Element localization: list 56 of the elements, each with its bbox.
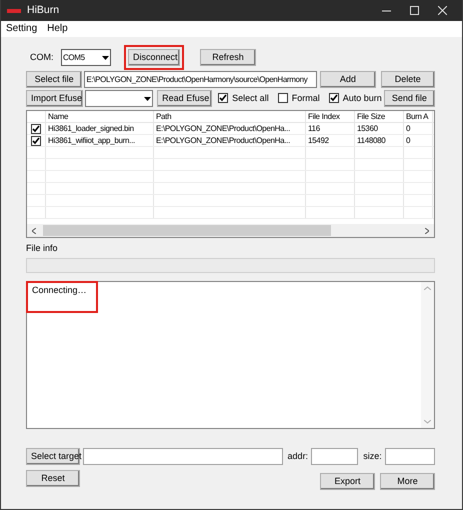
scroll-right-icon[interactable] xyxy=(425,228,429,234)
checkbox[interactable] xyxy=(31,136,41,146)
table-cell: E:\POLYGON_ZONE\Product\OpenHa... xyxy=(154,123,306,134)
size-field[interactable] xyxy=(384,448,435,465)
table-cell: 0 xyxy=(404,135,433,146)
more-button[interactable]: More xyxy=(380,473,435,490)
menu-item[interactable]: Setting xyxy=(6,23,38,35)
column-header[interactable]: Path xyxy=(154,111,306,122)
table-cell: 15360 xyxy=(355,123,404,134)
table-cell: 15492 xyxy=(306,135,355,146)
com-label: COM: xyxy=(30,52,54,63)
checkbox-label[interactable]: Auto burn xyxy=(342,93,382,104)
table-cell: Hi3861_wifiiot_app_burn... xyxy=(46,135,154,146)
add-button[interactable]: Add xyxy=(320,71,376,88)
scrollbar-thumb[interactable] xyxy=(43,225,331,236)
checkbox-label[interactable]: Formal xyxy=(292,93,320,104)
efuse-dropdown[interactable] xyxy=(85,90,154,107)
maximize-icon[interactable] xyxy=(410,6,418,15)
table-cell: E:\POLYGON_ZONE\Product\OpenHa... xyxy=(154,135,306,146)
dropdown-arrow-icon[interactable] xyxy=(144,96,152,100)
close-icon[interactable] xyxy=(438,6,446,15)
table-cell: 0 xyxy=(404,123,433,134)
import-efuse-button[interactable]: Import Efuse xyxy=(26,90,83,107)
checkbox[interactable] xyxy=(218,93,228,104)
checkbox-label[interactable]: Select all xyxy=(232,93,269,104)
checkbox[interactable] xyxy=(328,93,339,104)
dropdown-arrow-icon[interactable] xyxy=(102,56,109,60)
target-field[interactable] xyxy=(83,448,283,465)
file-path-field[interactable]: E:\POLYGON_ZONE\Product\OpenHarmony\source\OpenHarmony xyxy=(84,71,318,88)
table-cell: 116 xyxy=(306,123,355,134)
delete-button[interactable]: Delete xyxy=(380,71,435,88)
scroll-left-icon[interactable] xyxy=(32,228,36,234)
send-file-button[interactable]: Send file xyxy=(384,90,435,107)
table-cell: 1148080 xyxy=(355,135,404,146)
column-header[interactable]: Name xyxy=(46,111,154,122)
refresh-button[interactable]: Refresh xyxy=(200,49,256,66)
table-cell: Hi3861_loader_signed.bin xyxy=(46,123,154,134)
column-header[interactable]: Burn A xyxy=(404,111,433,122)
select-target-button[interactable]: Select target xyxy=(26,448,80,465)
checkbox[interactable] xyxy=(31,124,41,134)
export-button[interactable]: Export xyxy=(320,473,375,490)
size-label: size: xyxy=(363,451,382,462)
reset-button[interactable]: Reset xyxy=(26,470,80,487)
read-efuse-button[interactable]: Read Efuse xyxy=(157,90,212,107)
menu-item[interactable]: Help xyxy=(47,23,68,35)
select-file-button[interactable]: Select file xyxy=(26,71,82,88)
column-header[interactable]: File Size xyxy=(355,111,404,122)
column-header[interactable]: File Index xyxy=(306,111,355,122)
com-dropdown[interactable]: COM5 xyxy=(61,49,111,66)
checkbox[interactable] xyxy=(278,93,288,104)
addr-label: addr: xyxy=(288,451,308,462)
log-text: Connecting… xyxy=(28,283,96,311)
file-info-label: File info xyxy=(26,243,59,255)
app-logo-icon xyxy=(7,8,21,12)
window-title: HiBurn xyxy=(27,4,60,17)
addr-field[interactable] xyxy=(311,448,358,465)
